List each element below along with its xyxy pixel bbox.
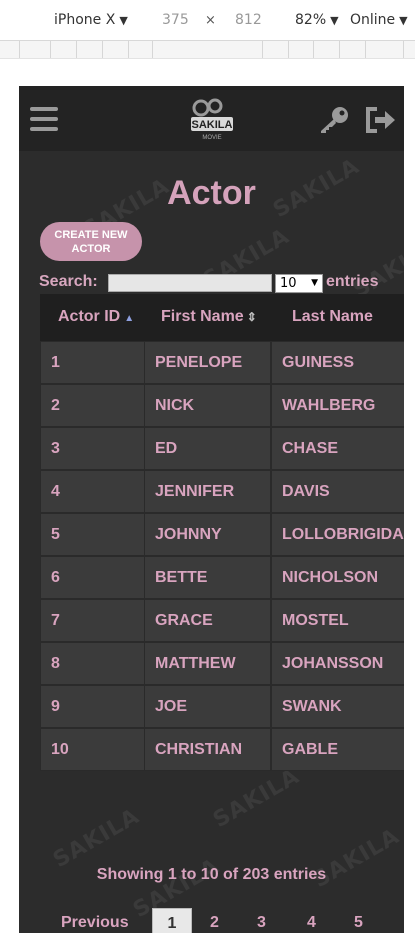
pagination: Previous 1 2 3 4 5 bbox=[19, 908, 404, 933]
chevron-down-icon: ▼ bbox=[119, 14, 128, 27]
cell-first-name: NICK bbox=[144, 384, 271, 427]
cell-actor-id: 9 bbox=[40, 685, 145, 728]
sort-icon: ⇕ bbox=[246, 310, 257, 324]
cell-first-name: JENNIFER bbox=[144, 470, 271, 513]
cell-first-name: PENELOPE bbox=[144, 341, 271, 384]
cell-first-name: ED bbox=[144, 427, 271, 470]
media-query-ruler bbox=[0, 41, 415, 59]
app-viewport: SAKILA SAKILA SAKILA SAKILA SAKILA SAKIL… bbox=[19, 86, 404, 933]
entries-label: entries bbox=[326, 273, 379, 290]
table-row[interactable]: 3 ED CHASE bbox=[40, 427, 404, 470]
table-header: Actor ID ▲ First Name ⇕ Last Name bbox=[40, 294, 404, 341]
cell-last-name: LOLLOBRIGIDA bbox=[271, 513, 404, 556]
actor-table: Actor ID ▲ First Name ⇕ Last Name 1 PENELO… bbox=[40, 294, 404, 774]
cell-first-name: BETTE bbox=[144, 556, 271, 599]
create-button-label-line2: ACTOR bbox=[71, 242, 111, 255]
viewport-height-input[interactable]: 812 bbox=[235, 12, 262, 28]
create-new-actor-button[interactable]: CREATE NEW ACTOR bbox=[40, 222, 142, 261]
table-row[interactable]: 1 PENELOPE GUINESS bbox=[40, 341, 404, 384]
column-label: First Name bbox=[161, 308, 244, 325]
zoom-value: 82% bbox=[295, 12, 327, 28]
hamburger-menu-icon[interactable] bbox=[30, 107, 58, 132]
pagination-page[interactable]: 4 bbox=[307, 914, 316, 932]
watermark: SAKILA bbox=[49, 803, 145, 874]
chevron-down-icon: ▼ bbox=[330, 14, 339, 27]
cell-actor-id: 3 bbox=[40, 427, 145, 470]
column-label: Actor ID bbox=[58, 308, 121, 325]
cell-last-name: GABLE bbox=[271, 728, 404, 771]
pagination-previous[interactable]: Previous bbox=[61, 914, 129, 932]
cell-last-name: SWANK bbox=[271, 685, 404, 728]
cell-last-name: WAHLBERG bbox=[271, 384, 404, 427]
table-row[interactable]: 9 JOE SWANK bbox=[40, 685, 404, 728]
key-icon[interactable] bbox=[318, 106, 350, 134]
cell-actor-id: 2 bbox=[40, 384, 145, 427]
logo-text: SAKILA bbox=[192, 119, 233, 131]
watermark: SAKILA bbox=[209, 763, 305, 834]
device-name: iPhone X bbox=[54, 12, 116, 28]
logo-subtext: MOVIE bbox=[202, 135, 221, 141]
table-row[interactable]: 2 NICK WAHLBERG bbox=[40, 384, 404, 427]
cell-first-name: JOHNNY bbox=[144, 513, 271, 556]
pagination-page-current[interactable]: 1 bbox=[152, 908, 192, 933]
column-header-actor-id[interactable]: Actor ID ▲ bbox=[58, 294, 134, 341]
cell-last-name: DAVIS bbox=[271, 470, 404, 513]
table-row[interactable]: 5 JOHNNY LOLLOBRIGIDA bbox=[40, 513, 404, 556]
table-row[interactable]: 8 MATTHEW JOHANSSON bbox=[40, 642, 404, 685]
search-input[interactable] bbox=[108, 274, 272, 292]
column-header-last-name[interactable]: Last Name bbox=[292, 294, 373, 341]
pagination-page[interactable]: 5 bbox=[354, 914, 363, 932]
network-value: Online bbox=[350, 12, 396, 28]
logout-icon[interactable] bbox=[365, 107, 397, 133]
table-row[interactable]: 6 BETTE NICHOLSON bbox=[40, 556, 404, 599]
app-header: SAKILA MOVIE bbox=[19, 86, 404, 151]
entries-value: 10 bbox=[280, 276, 297, 291]
devtools-toolbar: iPhone X ▼ 375 × 812 82% ▼ Online ▼ bbox=[0, 0, 415, 41]
network-select[interactable]: Online ▼ bbox=[350, 12, 408, 28]
cell-last-name: CHASE bbox=[271, 427, 404, 470]
cell-actor-id: 6 bbox=[40, 556, 145, 599]
column-header-first-name[interactable]: First Name ⇕ bbox=[161, 294, 257, 341]
entries-per-page-select[interactable]: 10 ▼ bbox=[275, 274, 323, 293]
cell-actor-id: 4 bbox=[40, 470, 145, 513]
column-label: Last Name bbox=[292, 308, 373, 325]
create-button-label-line1: CREATE NEW bbox=[54, 228, 128, 241]
table-row[interactable]: 10 CHRISTIAN GABLE bbox=[40, 728, 404, 771]
page-title: Actor bbox=[167, 174, 256, 212]
table-info: Showing 1 to 10 of 203 entries bbox=[96, 866, 327, 883]
pagination-page[interactable]: 3 bbox=[257, 914, 266, 932]
table-row[interactable]: 7 GRACE MOSTEL bbox=[40, 599, 404, 642]
cell-actor-id: 7 bbox=[40, 599, 145, 642]
sakila-logo[interactable]: SAKILA MOVIE bbox=[187, 97, 237, 143]
cell-actor-id: 8 bbox=[40, 642, 145, 685]
cell-last-name: GUINESS bbox=[271, 341, 404, 384]
cell-last-name: MOSTEL bbox=[271, 599, 404, 642]
cell-first-name: GRACE bbox=[144, 599, 271, 642]
cell-first-name: JOE bbox=[144, 685, 271, 728]
cell-actor-id: 5 bbox=[40, 513, 145, 556]
cell-last-name: NICHOLSON bbox=[271, 556, 404, 599]
chevron-down-icon: ▼ bbox=[311, 278, 318, 288]
pagination-page[interactable]: 2 bbox=[210, 914, 219, 932]
search-label: Search: bbox=[39, 273, 98, 290]
cell-last-name: JOHANSSON bbox=[271, 642, 404, 685]
zoom-select[interactable]: 82% ▼ bbox=[295, 12, 339, 28]
chevron-down-icon: ▼ bbox=[399, 14, 408, 27]
cell-actor-id: 1 bbox=[40, 341, 145, 384]
cell-actor-id: 10 bbox=[40, 728, 145, 771]
table-row[interactable]: 4 JENNIFER DAVIS bbox=[40, 470, 404, 513]
cell-first-name: CHRISTIAN bbox=[144, 728, 271, 771]
times-icon: × bbox=[205, 13, 216, 28]
sort-ascending-icon: ▲ bbox=[124, 313, 135, 324]
cell-first-name: MATTHEW bbox=[144, 642, 271, 685]
device-select[interactable]: iPhone X ▼ bbox=[54, 12, 128, 28]
viewport-width-input[interactable]: 375 bbox=[162, 12, 189, 28]
watermark: SAKILA bbox=[349, 233, 404, 304]
